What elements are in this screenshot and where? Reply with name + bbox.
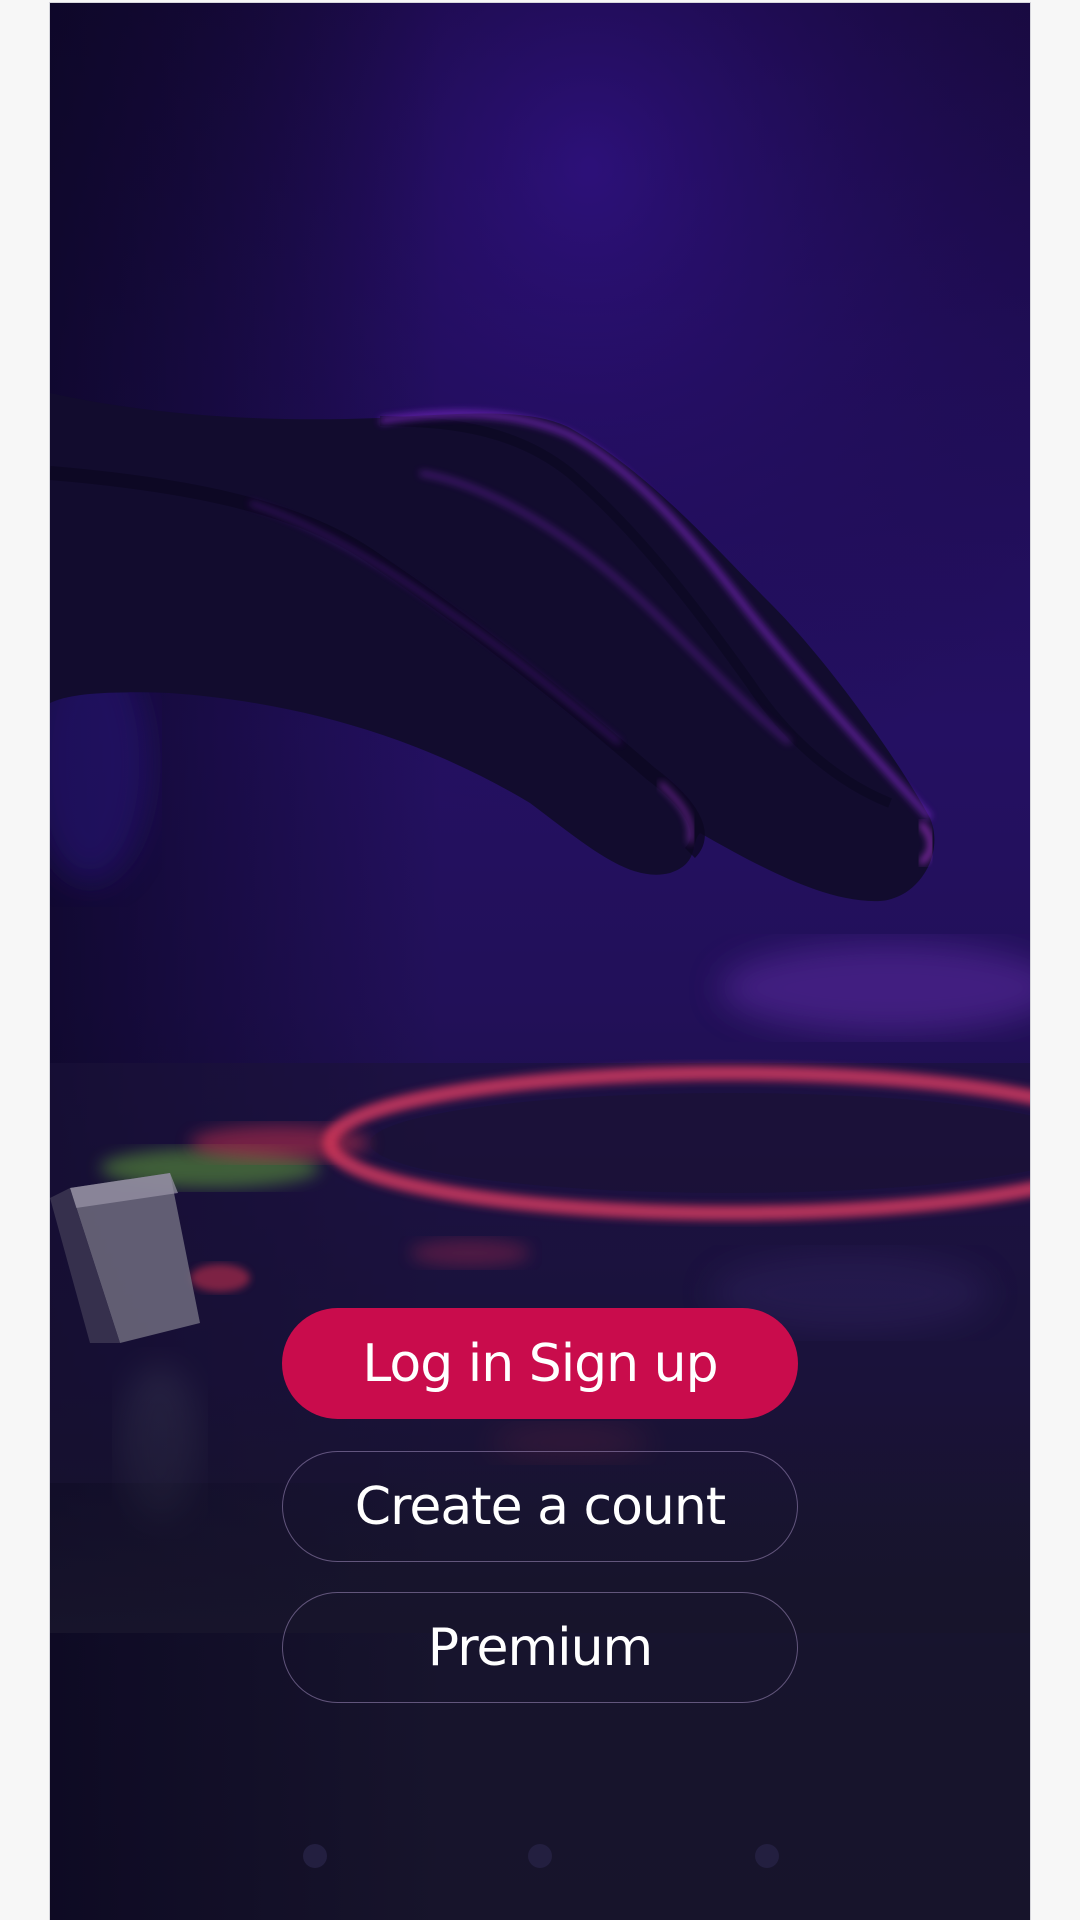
page-dot-2[interactable]	[528, 1844, 552, 1868]
auth-actions: Log in Sign up Create a count Premium	[282, 1308, 798, 1703]
welcome-screen: Log in Sign up Create a count Premium	[50, 3, 1030, 1920]
page-dot-3[interactable]	[755, 1844, 779, 1868]
create-account-button[interactable]: Create a count	[282, 1451, 798, 1562]
premium-button[interactable]: Premium	[282, 1592, 798, 1703]
page-dot-1[interactable]	[303, 1844, 327, 1868]
login-signup-button[interactable]: Log in Sign up	[282, 1308, 798, 1419]
page-indicator	[50, 1844, 1030, 1868]
